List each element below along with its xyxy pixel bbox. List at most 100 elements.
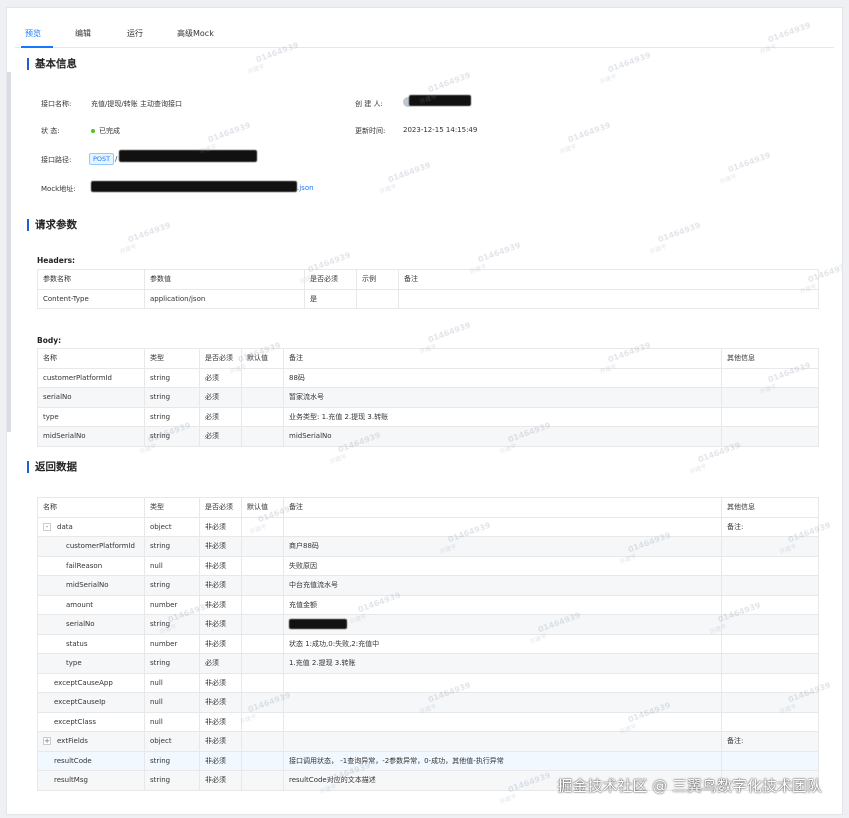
- cell: [283, 731, 722, 752]
- cell: [721, 750, 819, 771]
- mock-url-label: Mock地址:: [41, 185, 76, 193]
- field-name-cell: - data: [37, 516, 145, 537]
- cell: [721, 653, 819, 674]
- field-name-cell: type: [37, 653, 145, 674]
- cell: [721, 633, 819, 654]
- watermark-name: 许建平: [718, 173, 739, 186]
- cell: [241, 594, 284, 615]
- field-name-cell: amount: [37, 594, 145, 615]
- watermark-name: 许建平: [246, 63, 267, 76]
- headers-title: Headers:: [37, 256, 76, 265]
- field-name-cell: status: [37, 633, 145, 654]
- cell: null: [144, 672, 200, 693]
- cell: [721, 692, 819, 713]
- api-name-value: 充值/提现/转账 主动查询接口: [91, 100, 182, 108]
- table-row: Content-Type application/json 是: [37, 288, 819, 309]
- mock-url-suffix[interactable]: .json: [297, 184, 314, 192]
- field-name-cell: customerPlatformId: [37, 536, 145, 557]
- cell: 1.充值 2.提现 3.转账: [283, 653, 722, 674]
- cell: [241, 536, 284, 557]
- cell: 中台充值流水号: [283, 575, 722, 596]
- cell: 暂家流水号: [283, 387, 722, 408]
- col-header: 是否必须: [304, 269, 357, 290]
- cell: 非必须: [199, 594, 242, 615]
- cell: 必须: [199, 367, 242, 388]
- updated-value: 2023-12-15 14:15:49: [403, 126, 478, 134]
- cell: [241, 692, 284, 713]
- status-label: 状 态:: [41, 127, 60, 135]
- cell: string: [144, 770, 200, 791]
- cell: 充值金额: [283, 594, 722, 615]
- cell: [241, 711, 284, 732]
- table-row: customerPlatformId string 非必须 商户88码: [37, 536, 819, 557]
- field-name-cell: midSerialNo: [37, 575, 145, 596]
- creator-label: 创 建 人:: [355, 100, 383, 108]
- table-row: failReason null 非必须 失败原因: [37, 555, 819, 576]
- col-header: 名称: [37, 497, 145, 518]
- cell: 状态 1:成功,0:失败,2:充值中: [283, 633, 722, 654]
- cell: [283, 516, 722, 537]
- creator-redacted: [409, 95, 471, 106]
- watermark-id: 01464939: [476, 240, 522, 265]
- col-header: 备注: [283, 348, 722, 369]
- table-row: resultCode string 非必须 接口调用状态， -1查询异常，-2参数异常…: [37, 750, 819, 771]
- cell: 88码: [283, 367, 722, 388]
- status-text: 已完成: [99, 127, 120, 135]
- tab-run[interactable]: 运行: [127, 28, 143, 39]
- table-row: - data object 非必须 备注:: [37, 516, 819, 537]
- watermark-name: 许建平: [598, 73, 619, 86]
- col-header: 其他信息: [721, 497, 819, 518]
- field-name-cell: serialNo: [37, 614, 145, 635]
- tab-advanced-mock[interactable]: 高级Mock: [177, 28, 214, 39]
- cell: null: [144, 711, 200, 732]
- cell: [721, 387, 819, 408]
- watermark-name: 许建平: [648, 243, 669, 256]
- cell: 备注:: [721, 731, 819, 752]
- cell: 非必须: [199, 536, 242, 557]
- response-table: 名称 类型 是否必须 默认值 备注 其他信息 - data object 非必须 备注:…: [37, 497, 819, 791]
- cell: [721, 367, 819, 388]
- cell: [241, 614, 284, 635]
- section-basic-info-title: 基本信息: [27, 58, 77, 70]
- cell: [241, 750, 284, 771]
- cell: number: [144, 594, 200, 615]
- api-doc-panel: 预览 编辑 运行 高级Mock 基本信息 接口名称: 充值/提现/转账 主动查询…: [6, 7, 843, 815]
- expand-toggle-icon[interactable]: +: [43, 737, 51, 746]
- tab-edit[interactable]: 编辑: [75, 28, 91, 39]
- cell: [721, 672, 819, 693]
- cell: serialNo: [37, 387, 145, 408]
- collapse-toggle-icon[interactable]: -: [43, 522, 51, 531]
- table-row: midSerialNo string 非必须 中台充值流水号: [37, 575, 819, 596]
- field-name: data: [57, 522, 73, 531]
- watermark-id: 01464939: [606, 50, 652, 75]
- field-name-cell: exceptClass: [37, 711, 145, 732]
- field-name: extFields: [57, 737, 88, 746]
- cell: 必须: [199, 387, 242, 408]
- watermark-name: 许建平: [688, 463, 709, 476]
- updated-label: 更新时间:: [355, 127, 386, 135]
- cell: [241, 387, 284, 408]
- cell: [241, 731, 284, 752]
- col-header: 备注: [398, 269, 819, 290]
- cell: [241, 633, 284, 654]
- headers-table: 参数名称 参数值 是否必须 示例 备注 Content-Type applica…: [37, 269, 819, 309]
- cell: [283, 692, 722, 713]
- cell: midSerialNo: [283, 426, 722, 447]
- cell: 是: [304, 288, 357, 309]
- cell: 非必须: [199, 575, 242, 596]
- tab-preview[interactable]: 预览: [25, 28, 41, 39]
- mock-url-redacted: [91, 181, 297, 192]
- cell: 必须: [199, 426, 242, 447]
- watermark-id: 01464939: [566, 120, 612, 145]
- cell: 非必须: [199, 750, 242, 771]
- table-row: exceptCauseIp null 非必须: [37, 692, 819, 713]
- api-path-label: 接口路径:: [41, 156, 72, 164]
- watermark-id: 01464939: [386, 160, 432, 185]
- left-scroll-strip: [7, 72, 11, 432]
- field-name-cell: + extFields: [37, 731, 145, 752]
- credit-watermark: 掘金技术社区 @ 三翼鸟数字化技术团队: [557, 777, 822, 795]
- table-row: amount number 非必须 充值金额: [37, 594, 819, 615]
- col-header: 是否必须: [199, 497, 242, 518]
- cell: [398, 288, 819, 309]
- cell: [283, 672, 722, 693]
